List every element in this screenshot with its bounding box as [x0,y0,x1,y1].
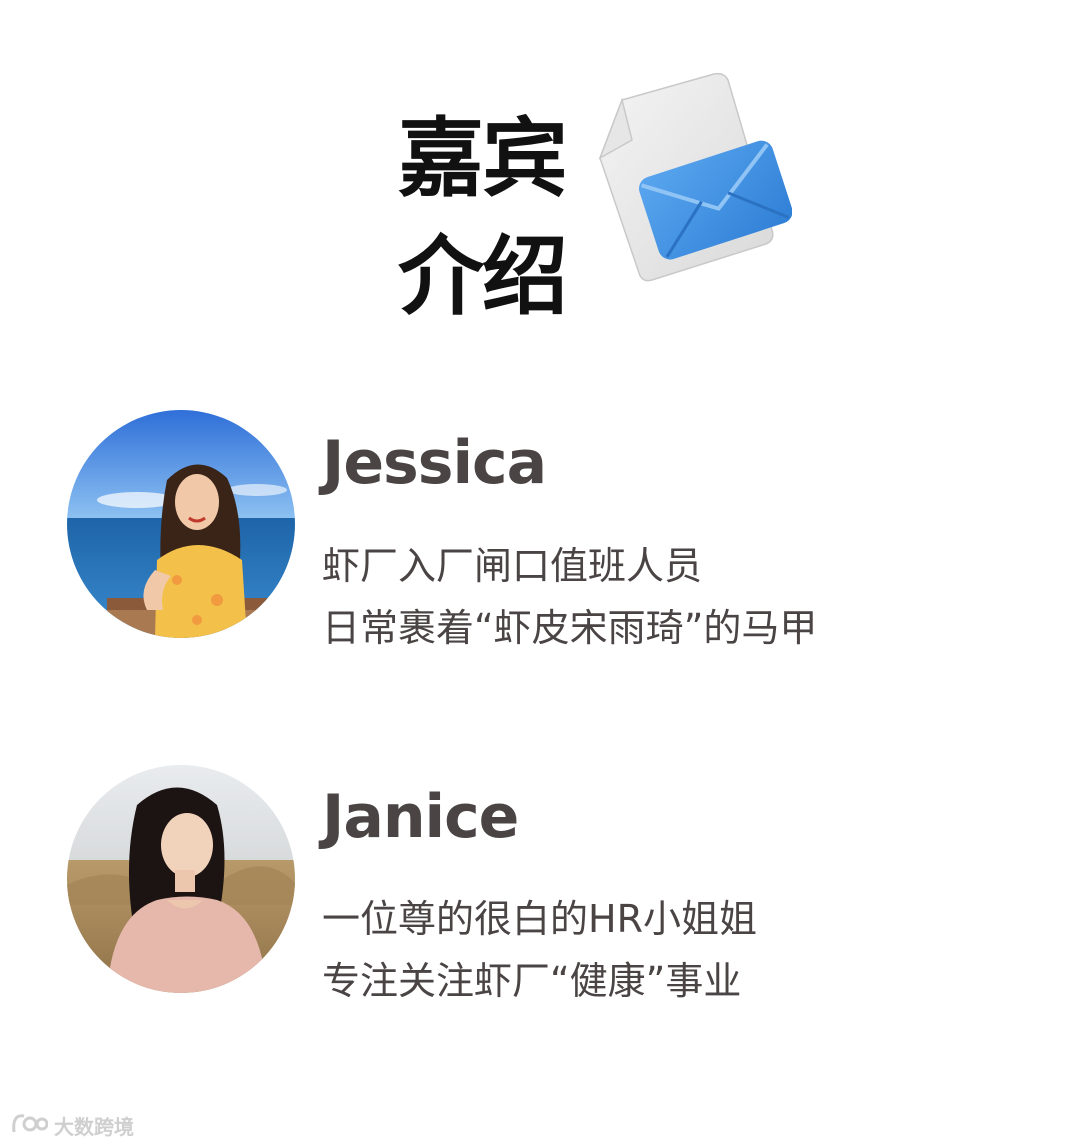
guest-desc-line-1: 虾厂入厂闸口值班人员 [322,544,703,588]
guest-desc-line-1: 一位尊的很白的HR小姐姐 [322,897,757,941]
woman-in-field-avatar [67,765,295,993]
guest-name-jessica: Jessica [322,428,547,498]
watermark: 大数跨境 [10,1110,134,1141]
page-title: 嘉宾 介绍 [398,100,588,336]
woman-by-sea-avatar [67,410,295,638]
watermark-text: 大数跨境 [54,1115,134,1139]
dashu-logo-icon [10,1110,49,1141]
title-line-2: 介绍 [398,227,568,327]
document-envelope-icon [592,70,793,295]
title-line-1: 嘉宾 [398,109,568,209]
guest-name-janice: Janice [322,782,519,852]
guest-desc-line-2: 专注关注虾厂“健康”事业 [322,959,742,1003]
guest-desc-line-2: 日常裹着“虾皮宋雨琦”的马甲 [322,606,818,650]
